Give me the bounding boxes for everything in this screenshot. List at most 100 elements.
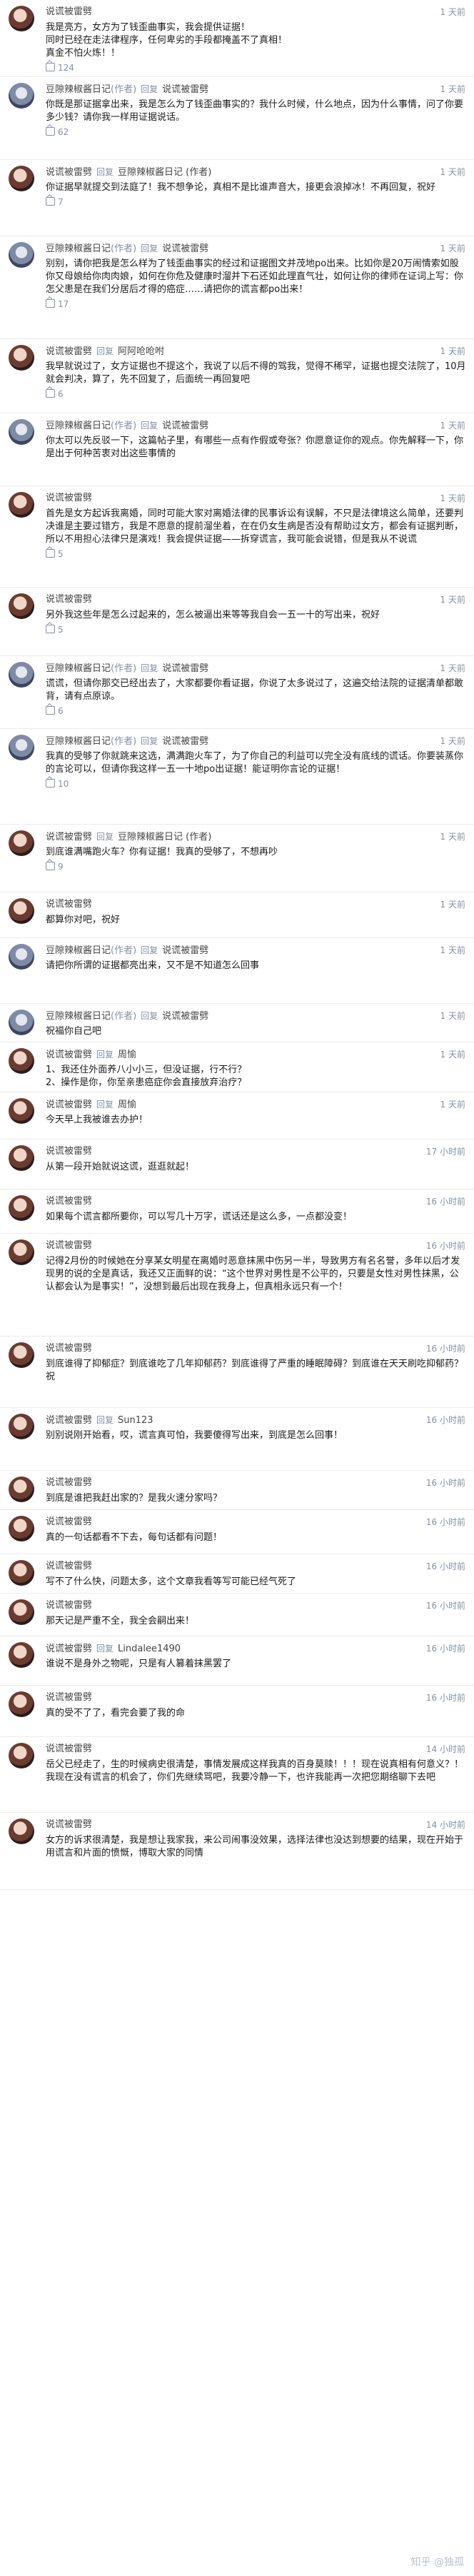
author-name[interactable]: 豆隙辣椒酱日记: [46, 84, 111, 95]
reply-target[interactable]: 阿阿呛呛咐: [118, 346, 164, 357]
reply-target[interactable]: 说谎被雷劈: [162, 243, 208, 254]
avatar[interactable]: [9, 492, 34, 518]
author-name[interactable]: 说谎被雷劈: [46, 1644, 92, 1654]
comment-text: 另外我这些年是怎么过起来的，怎么被逼出来等等我自会一五一十的写出来，祝好: [46, 610, 380, 620]
like-button[interactable]: 124: [46, 63, 467, 76]
reply-target[interactable]: 说谎被雷劈: [162, 84, 208, 95]
comment-time: 1 天前: [440, 1050, 465, 1060]
like-button[interactable]: 62: [46, 127, 467, 140]
author-name[interactable]: 豆隙辣椒酱日记: [46, 663, 111, 674]
avatar[interactable]: [9, 1195, 34, 1221]
reply-target[interactable]: 说谎被雷劈: [162, 421, 208, 431]
thumb-up-icon: [46, 862, 55, 870]
reply-target[interactable]: 豆隙辣椒酱日记 (作者): [118, 167, 211, 178]
author-name[interactable]: 说谎被雷劈: [46, 1744, 92, 1754]
author-name[interactable]: 说谎被雷劈: [46, 1819, 92, 1830]
avatar[interactable]: [9, 593, 34, 619]
like-button[interactable]: 6: [46, 389, 467, 402]
author-name[interactable]: 说谎被雷劈: [46, 1196, 92, 1207]
reply-target[interactable]: Lindalee1490: [118, 1644, 181, 1654]
avatar[interactable]: [9, 1743, 34, 1769]
avatar[interactable]: [9, 1145, 34, 1171]
avatar[interactable]: [9, 944, 34, 970]
avatar[interactable]: [9, 1642, 34, 1668]
author-name[interactable]: 说谎被雷劈: [46, 1100, 92, 1110]
author-name[interactable]: 说谎被雷劈: [46, 6, 92, 17]
author-name[interactable]: 豆隙辣椒酱日记: [46, 945, 111, 956]
avatar[interactable]: [9, 1516, 34, 1541]
avatar[interactable]: [9, 83, 34, 109]
author-name[interactable]: 豆隙辣椒酱日记: [46, 1011, 111, 1022]
comment-text: 那天记是严重不全，我全会嗣出来！: [46, 1616, 195, 1626]
avatar[interactable]: [9, 1048, 34, 1074]
like-button[interactable]: 5: [46, 549, 467, 562]
comment-item: 说谎被雷劈 16 小时前 到底是谁把我赶出家的？是我火速分家吗？: [0, 1471, 474, 1510]
author-name[interactable]: 说谎被雷劈: [46, 1516, 92, 1527]
comment-time: 16 小时前: [425, 1415, 465, 1425]
avatar[interactable]: [9, 830, 34, 856]
reply-target[interactable]: Sun123: [118, 1415, 153, 1426]
comment-header: 豆隙辣椒酱日记(作者) 回复 说谎被雷劈: [46, 1007, 467, 1025]
avatar[interactable]: [9, 735, 34, 760]
author-name[interactable]: 说谎被雷劈: [46, 1240, 92, 1251]
like-count: 7: [58, 197, 64, 207]
reply-target[interactable]: 说谎被雷劈: [162, 663, 208, 674]
like-button[interactable]: 17: [46, 299, 467, 312]
avatar[interactable]: [9, 1560, 34, 1586]
like-button[interactable]: 9: [46, 862, 467, 875]
reply-target[interactable]: 周愉: [118, 1100, 136, 1110]
author-name[interactable]: 说谎被雷劈: [46, 1600, 92, 1611]
comment-text: 谁说不是身外之物呢，只是有人篡着抹黑罢了: [46, 1659, 232, 1669]
comment-header: 说谎被雷劈: [46, 590, 467, 609]
author-name[interactable]: 说谎被雷劈: [46, 832, 92, 842]
author-name[interactable]: 说谎被雷劈: [46, 1692, 92, 1703]
avatar[interactable]: [9, 419, 34, 445]
avatar[interactable]: [9, 242, 34, 268]
author-name[interactable]: 豆隙辣椒酱日记: [46, 243, 111, 254]
author-name[interactable]: 说谎被雷劈: [46, 1415, 92, 1426]
avatar[interactable]: [9, 1691, 34, 1717]
author-name[interactable]: 说谎被雷劈: [46, 1561, 92, 1571]
avatar[interactable]: [9, 6, 34, 31]
reply-label: 回复: [96, 832, 114, 842]
avatar[interactable]: [9, 1414, 34, 1439]
author-name[interactable]: 豆隙辣椒酱日记: [46, 736, 111, 747]
avatar[interactable]: [9, 345, 34, 371]
author-name[interactable]: 豆隙辣椒酱日记: [46, 421, 111, 431]
like-button[interactable]: 7: [46, 197, 467, 210]
author-name[interactable]: 说谎被雷劈: [46, 1146, 92, 1157]
author-name[interactable]: 说谎被雷劈: [46, 594, 92, 605]
avatar[interactable]: [9, 898, 34, 924]
comment-item: 说谎被雷劈 16 小时前 真的一句话都看不下去，每句话都有问题！: [0, 1510, 474, 1554]
reply-target[interactable]: 说谎被雷劈: [162, 1011, 208, 1022]
avatar[interactable]: [9, 1342, 34, 1368]
avatar[interactable]: [9, 1010, 34, 1035]
author-name[interactable]: 说谎被雷劈: [46, 346, 92, 357]
comment-text: 别别，请你把我是怎么样为了钱歪曲事实的经过和证据图文并茂地po出来。比如你是20…: [46, 258, 464, 295]
comment-header: 豆隙辣椒酱日记(作者) 回复 说谎被雷劈: [46, 732, 467, 750]
avatar[interactable]: [9, 166, 34, 191]
avatar[interactable]: [9, 1818, 34, 1844]
like-count: 5: [58, 625, 64, 635]
avatar[interactable]: [9, 1599, 34, 1625]
author-name[interactable]: 说谎被雷劈: [46, 493, 92, 503]
reply-target[interactable]: 说谎被雷劈: [162, 945, 208, 956]
reply-target[interactable]: 周愉: [118, 1050, 136, 1060]
comment-header: 说谎被雷劈: [46, 1816, 467, 1834]
like-button[interactable]: 5: [46, 625, 467, 638]
author-name[interactable]: 说谎被雷劈: [46, 1343, 92, 1354]
author-name[interactable]: 说谎被雷劈: [46, 1477, 92, 1488]
avatar[interactable]: [9, 662, 34, 688]
reply-target[interactable]: 说谎被雷劈: [162, 736, 208, 747]
avatar[interactable]: [9, 1476, 34, 1502]
author-name[interactable]: 说谎被雷劈: [46, 1050, 92, 1060]
like-button[interactable]: 10: [46, 779, 467, 792]
reply-target[interactable]: 豆隙辣椒酱日记 (作者): [118, 832, 211, 842]
author-name[interactable]: 说谎被雷劈: [46, 167, 92, 178]
comment-time: 17 小时前: [425, 1147, 465, 1157]
avatar[interactable]: [9, 1098, 34, 1124]
author-name[interactable]: 说谎被雷劈: [46, 899, 92, 910]
like-button[interactable]: 6: [46, 706, 467, 719]
avatar[interactable]: [9, 1239, 34, 1265]
comment-item: 说谎被雷劈 1 天前 首先是女方起诉我离婚，同时可能大家对离婚法律的民事诉讼有误解，…: [0, 486, 474, 588]
